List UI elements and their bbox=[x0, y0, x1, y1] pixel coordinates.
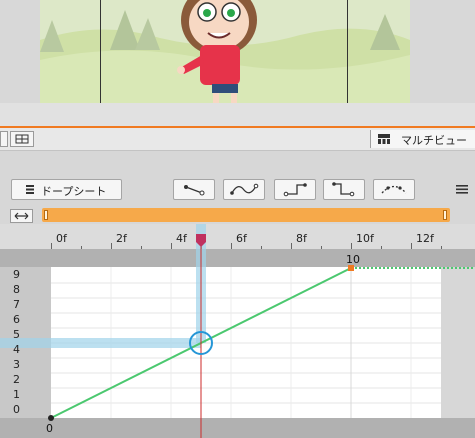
end-key-label: 10 bbox=[346, 253, 360, 266]
value-label: 3 bbox=[13, 358, 20, 371]
value-label: 9 bbox=[13, 268, 20, 281]
value-label: 4 bbox=[13, 343, 20, 356]
value-label: 8 bbox=[13, 283, 20, 296]
value-label: 6 bbox=[13, 313, 20, 326]
start-key-label: 0 bbox=[46, 422, 53, 435]
graph-overlay bbox=[0, 224, 475, 438]
value-guide-highlight bbox=[0, 338, 201, 348]
value-label: 5 bbox=[13, 328, 20, 341]
value-label: 7 bbox=[13, 298, 20, 311]
value-label: 1 bbox=[13, 388, 20, 401]
value-label: 0 bbox=[13, 403, 20, 416]
value-label: 2 bbox=[13, 373, 20, 386]
start-keyframe[interactable] bbox=[48, 415, 54, 421]
